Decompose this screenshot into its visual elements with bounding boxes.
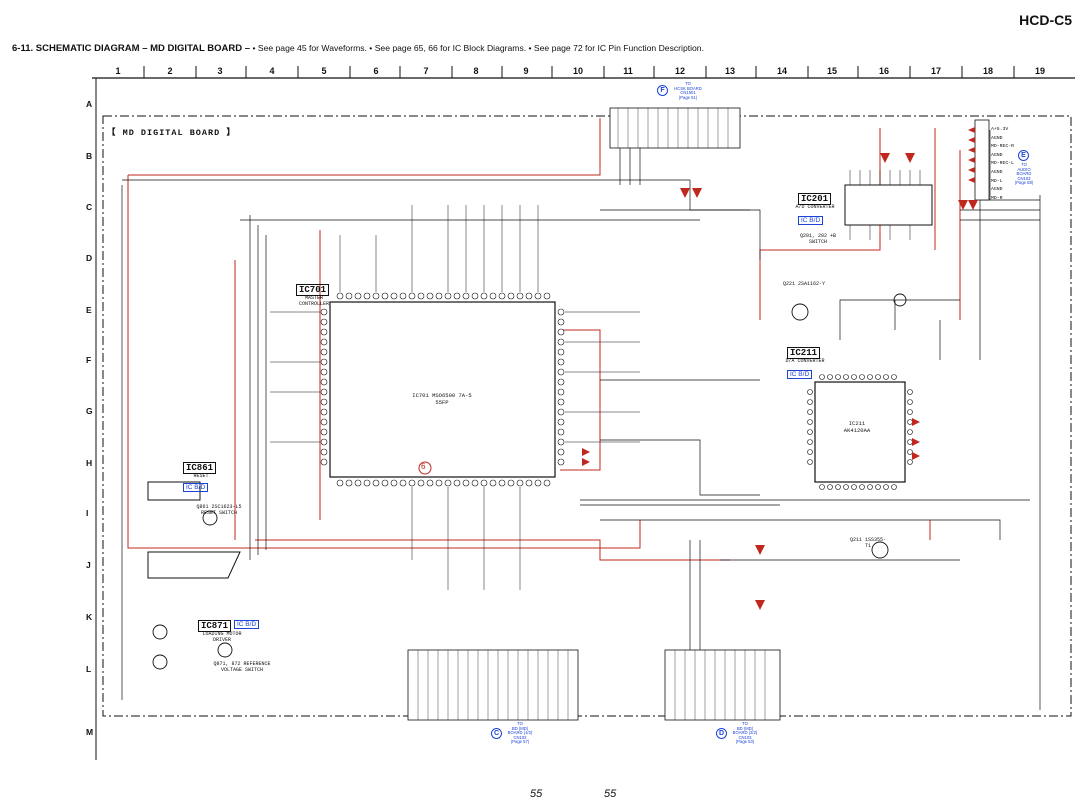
- ic701-desc: MASTER CONTROLLER: [298, 295, 329, 307]
- q221-label: Q221 2SA1162-Y: [782, 281, 825, 287]
- ic871-desc: LOADING MOTOR DRIVER: [202, 631, 242, 643]
- board-title: 【 MD DIGITAL BOARD 】: [107, 128, 236, 138]
- page-number-left: 55: [530, 788, 543, 800]
- q871-label: Q871, 872 REFERENCE VOLTAGE SWITCH: [213, 661, 271, 673]
- io-label: MD-REC-L: [991, 161, 1015, 167]
- q211-label: Q211 1SS355-T1: [850, 537, 887, 549]
- ic861-tag: IC B/D: [183, 483, 209, 492]
- io-label: AGND: [991, 187, 1003, 193]
- connector-f-marker: F: [657, 85, 668, 96]
- connector-d-text: TO BD (MD) BOARD (2/2) CN103 (Page 53): [725, 721, 765, 745]
- right-io-labels: A+5.3V AGND MD-REC-R AGND MD-REC-L AGND …: [991, 126, 1014, 203]
- connector-f-line: (Page 51): [678, 94, 698, 100]
- io-label: AGND: [991, 152, 1003, 158]
- connector-c-text: TO BD (MD) BOARD (1/2) CN102 (Page 57): [500, 721, 540, 745]
- ic211-tag: IC B/D: [787, 370, 813, 379]
- waveform-marker: 6: [421, 462, 426, 471]
- ic211-chip: IC211 AK4120AA: [843, 420, 871, 434]
- ic201-note: Q201, 202 +B SWITCH: [799, 233, 836, 245]
- connector-d-line: (Page 53): [735, 739, 755, 745]
- ic871-tag: IC B/D: [234, 620, 260, 629]
- page-number-right: 55: [604, 788, 617, 800]
- q861-label: Q861 2SC1623-L5 RESET SWITCH: [196, 504, 242, 516]
- ic211-desc: D/A CONVERTER: [785, 358, 825, 364]
- ic861-desc: RESET: [193, 473, 209, 479]
- io-label: MD-R: [991, 195, 1003, 201]
- connector-e-marker: E: [1018, 150, 1029, 161]
- io-label: AGND: [991, 135, 1003, 141]
- connector-c-line: (Page 57): [510, 739, 530, 745]
- ic201-desc: A/D CONVERTER: [795, 204, 835, 210]
- ic201-tag: IC B/D: [798, 216, 824, 225]
- io-label: A+5.3V: [991, 127, 1009, 132]
- connector-f-text: TO HCSK BOARD CN1501 (Page 51): [668, 81, 708, 100]
- ic701-chip: IC701 MSO6500 7A-5 55FP: [412, 392, 472, 406]
- io-label: MD-REC-R: [991, 144, 1015, 150]
- io-label: AGND: [991, 169, 1003, 175]
- schematic-drawing: [92, 66, 1075, 760]
- io-label: MD-L: [991, 178, 1003, 184]
